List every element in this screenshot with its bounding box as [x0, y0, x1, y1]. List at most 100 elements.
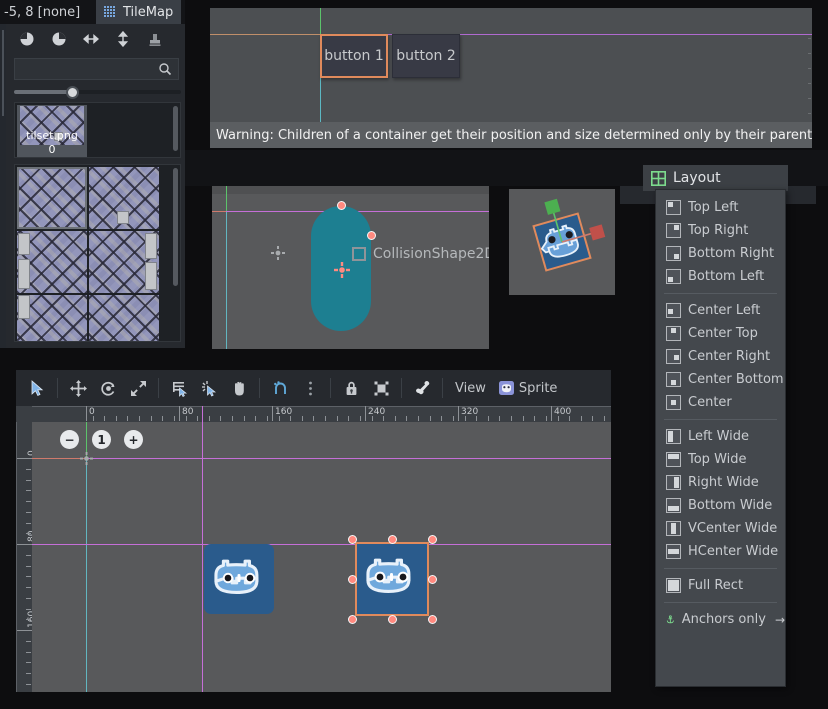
origin-pivot-icon — [80, 452, 93, 465]
sprite-icon — [499, 381, 514, 395]
zoom-out-button[interactable]: − — [60, 430, 79, 449]
layout-item-top-right[interactable]: Top Right — [656, 219, 785, 242]
tile-cell[interactable] — [89, 167, 159, 229]
group-icon[interactable] — [366, 374, 396, 402]
anchor-top-right-icon — [666, 223, 681, 238]
tile-cell[interactable] — [89, 231, 159, 293]
anchor-right-wide-icon — [666, 475, 681, 490]
resize-handle-tc[interactable] — [388, 535, 397, 544]
scene-button-1[interactable]: button 1 — [320, 34, 388, 78]
list-item[interactable]: tilset.png 0 — [17, 105, 87, 157]
resize-handle-ml[interactable] — [348, 575, 357, 584]
layout-item-label: Top Right — [688, 223, 748, 238]
move-mode-icon[interactable] — [63, 374, 93, 402]
tile-cell[interactable] — [89, 295, 159, 342]
layout-item-anchors-only[interactable]: Anchors only → — [656, 608, 785, 631]
rotated-sprite-gizmo — [509, 189, 615, 295]
layout-menu[interactable]: Top Left Top Right Bottom Right Bottom L… — [655, 189, 786, 687]
layout-item-bottom-wide[interactable]: Bottom Wide — [656, 494, 785, 517]
tile-cell[interactable] — [17, 231, 87, 293]
layout-item-center-left[interactable]: Center Left — [656, 299, 785, 322]
sprite-unselected[interactable] — [202, 542, 276, 616]
anchor-center-right-icon — [666, 349, 681, 364]
tilemap-tile-grid[interactable] — [14, 164, 181, 342]
node-pivot-icon[interactable] — [334, 262, 350, 278]
resize-handle-bc[interactable] — [388, 615, 397, 624]
tilemap-panel-header: -5, 8 [none] TileMap — [0, 0, 185, 24]
shape-handle-top[interactable] — [337, 201, 346, 210]
layout-item-label: Bottom Wide — [688, 498, 772, 513]
tab-tilemap-label: TileMap — [123, 5, 173, 20]
scrollbar-vertical[interactable] — [173, 106, 178, 151]
layout-item-center[interactable]: Center — [656, 391, 785, 414]
layout-item-center-top[interactable]: Center Top — [656, 322, 785, 345]
layout-item-vcenter-wide[interactable]: VCenter Wide — [656, 517, 785, 540]
shape-handle-radius[interactable] — [367, 231, 376, 240]
scale-mode-icon[interactable] — [123, 374, 153, 402]
layout-item-full-rect[interactable]: Full Rect — [656, 574, 785, 597]
tilemap-zoom-slider[interactable] — [14, 86, 181, 98]
layout-item-bottom-left[interactable]: Bottom Left — [656, 265, 785, 288]
rotate-right-icon[interactable] — [18, 30, 36, 48]
anchor-top-wide-icon — [666, 452, 681, 467]
tile-cell[interactable] — [17, 167, 87, 229]
zoom-level-button[interactable]: 1 — [92, 430, 111, 449]
select-mode-icon[interactable] — [22, 374, 52, 402]
lock-icon[interactable] — [336, 374, 366, 402]
tilemap-search-input[interactable] — [14, 58, 179, 80]
collision-scene-viewport[interactable]: CollisionShape2D — [212, 186, 489, 349]
toolbar-separator — [57, 378, 58, 398]
layout-item-bottom-right[interactable]: Bottom Right — [656, 242, 785, 265]
layout-item-center-right[interactable]: Center Right — [656, 345, 785, 368]
pan-mode-icon[interactable] — [224, 374, 254, 402]
scrollbar-vertical[interactable] — [173, 168, 178, 286]
rotate-mode-icon[interactable] — [93, 374, 123, 402]
menu-separator — [664, 293, 777, 294]
anchor-center-top-icon — [666, 326, 681, 341]
resize-handle-tr[interactable] — [428, 535, 437, 544]
sprite-selected[interactable] — [352, 539, 432, 619]
view-menu-button[interactable]: View — [448, 381, 493, 396]
rotate-left-icon[interactable] — [50, 30, 68, 48]
selected-node-indicator[interactable]: Sprite — [493, 381, 558, 396]
resize-handle-br[interactable] — [428, 615, 437, 624]
tab-tilemap[interactable]: TileMap — [96, 0, 181, 24]
resize-handle-bl[interactable] — [348, 615, 357, 624]
layout-item-label: HCenter Wide — [688, 544, 778, 559]
layout-item-top-left[interactable]: Top Left — [656, 196, 785, 219]
layout-item-center-bottom[interactable]: Center Bottom — [656, 368, 785, 391]
ruler-vertical[interactable]: 0 80 160 — [16, 422, 32, 692]
slider-knob[interactable] — [66, 86, 79, 99]
container-scene-viewport[interactable]: button 1 button 2 Warning: Children of a… — [210, 8, 812, 148]
tilemap-source-list[interactable]: tilset.png 0 — [14, 102, 181, 158]
flip-vertical-icon[interactable] — [114, 30, 132, 48]
resize-handle-tl[interactable] — [348, 535, 357, 544]
layout-item-label: Anchors only — [682, 612, 766, 627]
guide-horizontal-purple-2 — [32, 544, 611, 545]
list-select-icon[interactable] — [164, 374, 194, 402]
ruler-horizontal[interactable]: 0 80 160 240 320 400 — [32, 406, 611, 422]
flip-horizontal-icon[interactable] — [82, 30, 100, 48]
layout-item-hcenter-wide[interactable]: HCenter Wide — [656, 540, 785, 563]
ruler-corner[interactable] — [16, 406, 32, 422]
toolbar-separator — [330, 378, 331, 398]
ruler-select-icon[interactable] — [194, 374, 224, 402]
tilemap-body: tilset.png 0 — [6, 24, 185, 348]
2d-editor-toolbar: View Sprite — [16, 370, 611, 406]
anchor-center-icon — [666, 395, 681, 410]
source-index: 0 — [17, 143, 87, 156]
layout-item-top-wide[interactable]: Top Wide — [656, 448, 785, 471]
snap-mode-icon[interactable] — [265, 374, 295, 402]
layout-item-left-wide[interactable]: Left Wide — [656, 425, 785, 448]
rotated-sprite-viewport[interactable] — [509, 189, 615, 295]
zoom-in-button[interactable]: + — [124, 430, 143, 449]
tile-cell[interactable] — [17, 295, 87, 342]
scene-button-2[interactable]: button 2 — [392, 34, 460, 78]
resize-handle-mr[interactable] — [428, 575, 437, 584]
bone-icon[interactable] — [407, 374, 437, 402]
snap-options-icon[interactable] — [295, 374, 325, 402]
clear-transform-icon[interactable] — [146, 30, 164, 48]
layout-item-right-wide[interactable]: Right Wide — [656, 471, 785, 494]
layout-panel-header[interactable]: Layout — [643, 165, 788, 191]
2d-canvas[interactable]: − 1 + — [32, 422, 611, 692]
